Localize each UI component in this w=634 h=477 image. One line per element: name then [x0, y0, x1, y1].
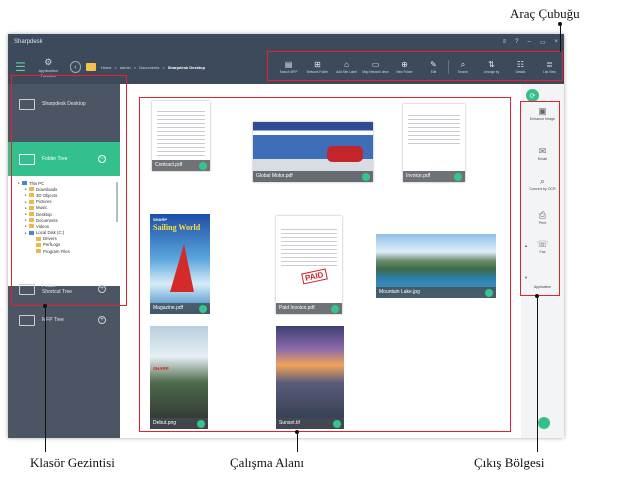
minimize-icon[interactable]: – — [527, 39, 530, 45]
window-title: Sharpdesk — [14, 39, 43, 45]
callout-toolbar: Araç Çubuğu — [510, 6, 580, 21]
close-icon[interactable]: × — [554, 39, 558, 45]
leader-dot — [558, 22, 562, 26]
leader-folder-navigation — [45, 306, 46, 452]
leader-dot — [43, 304, 47, 308]
callout-output-area: Çıkış Bölgesi — [474, 455, 545, 470]
highlight-work-area — [139, 97, 511, 432]
mfp-tree-icon — [19, 314, 35, 326]
breadcrumb-sep: > — [114, 64, 117, 70]
scroll-top-icon[interactable] — [538, 417, 550, 429]
maximize-icon[interactable]: ▭ — [540, 39, 546, 46]
folder-icon — [86, 63, 96, 71]
title-bar: Sharpdesk ≡ ? – ▭ × — [8, 34, 564, 50]
breadcrumb-current[interactable]: Sharpdesk Desktop — [168, 65, 205, 70]
breadcrumb: Home > admin > Documents > Sharpdesk Des… — [101, 65, 266, 70]
breadcrumb-admin[interactable]: admin — [120, 65, 131, 70]
breadcrumb-documents[interactable]: Documents — [139, 65, 159, 70]
help-icon[interactable]: ? — [515, 39, 518, 45]
breadcrumb-sep: > — [162, 64, 165, 70]
leader-output-area — [537, 296, 538, 452]
breadcrumb-home[interactable]: Home — [101, 65, 112, 70]
back-button[interactable]: ‹ — [69, 61, 82, 73]
leader-work-area — [297, 432, 298, 452]
breadcrumb-sep: > — [133, 64, 137, 70]
callout-folder-navigation: Klasör Gezintisi — [30, 455, 115, 470]
callout-work-area: Çalışma Alanı — [230, 455, 305, 470]
sidebar-item-mfp-tree[interactable]: MFP Tree + — [8, 306, 120, 334]
menu-icon[interactable]: ≡ — [503, 39, 507, 45]
leader-toolbar — [560, 24, 561, 52]
hamburger-icon[interactable]: ☰ — [8, 60, 33, 74]
highlight-folder-navigation — [11, 75, 127, 306]
expand-icon[interactable]: + — [98, 316, 106, 324]
highlight-output-area — [520, 101, 560, 296]
leader-dot — [535, 294, 539, 298]
app-function-icon: ⚙ — [44, 56, 53, 67]
leader-dot — [295, 430, 299, 434]
chevron-left-icon: ‹ — [74, 63, 77, 71]
highlight-toolbar — [267, 51, 563, 81]
